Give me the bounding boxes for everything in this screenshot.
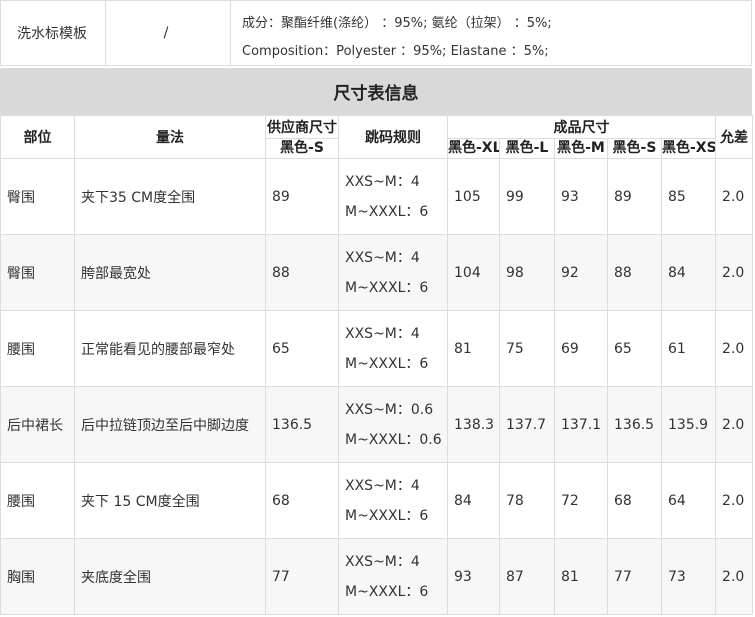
cell-part: 臀围	[0, 234, 75, 311]
cell-method: 夹底度全围	[74, 538, 266, 615]
cell-size-m: 137.1	[554, 386, 608, 463]
cell-tolerance: 2.0	[715, 462, 754, 539]
grading-rule-1: XXS~M：4	[345, 173, 420, 190]
grading-rule-1: XXS~M：4	[345, 325, 420, 342]
cell-grading: XXS~M：4 M~XXXL：6	[338, 234, 448, 311]
cell-size-s: 136.5	[607, 386, 662, 463]
cell-size-l: 87	[499, 538, 555, 615]
cell-grading: XXS~M：4 M~XXXL：6	[338, 158, 448, 235]
cell-size-s: 65	[607, 310, 662, 387]
grading-rule-2: M~XXXL：0.6	[345, 431, 442, 448]
cell-size-xs: 85	[660, 158, 717, 235]
cell-grading: XXS~M：4 M~XXXL：6	[338, 538, 448, 615]
grading-rule-2: M~XXXL：6	[345, 355, 429, 372]
table-row: 腰围 正常能看见的腰部最窄处 65 XXS~M：4 M~XXXL：6 81 75 …	[0, 310, 754, 387]
cell-part: 后中裙长	[0, 386, 75, 463]
cell-size-l: 137.7	[499, 386, 555, 463]
table-row: 臀围 夹下35 CM度全围 89 XXS~M：4 M~XXXL：6 105 99 …	[0, 158, 754, 235]
cell-tolerance: 2.0	[715, 158, 754, 235]
cell-part: 腰围	[0, 462, 75, 539]
cell-size-xs: 73	[660, 538, 717, 615]
cell-tolerance: 2.0	[715, 538, 754, 615]
cell-supplier: 136.5	[265, 386, 339, 463]
cell-size-s: 68	[607, 462, 662, 539]
grading-rule-1: XXS~M：0.6	[345, 401, 434, 418]
section-title: 尺寸表信息	[0, 68, 752, 115]
table-row: 臀围 胯部最宽处 88 XXS~M：4 M~XXXL：6 104 98 92 88…	[0, 234, 754, 311]
grading-rule-1: XXS~M：4	[345, 249, 420, 266]
cell-size-s: 88	[607, 234, 662, 311]
cell-method: 后中拉链顶边至后中脚边度	[74, 386, 266, 463]
cell-size-xl: 104	[447, 234, 500, 311]
cell-supplier: 65	[265, 310, 339, 387]
cell-size-l: 98	[499, 234, 555, 311]
cell-part: 腰围	[0, 310, 75, 387]
header-grading: 跳码规则	[338, 115, 448, 159]
cell-size-xs: 84	[660, 234, 717, 311]
cell-supplier: 88	[265, 234, 339, 311]
cell-size-m: 69	[554, 310, 608, 387]
grading-rule-2: M~XXXL：6	[345, 583, 429, 600]
grading-rule-2: M~XXXL：6	[345, 203, 429, 220]
cell-method: 正常能看见的腰部最窄处	[74, 310, 266, 387]
header-size-l: 黑色-L	[499, 138, 555, 159]
care-label-value: /	[106, 1, 231, 65]
care-label-row: 洗水标模板 / 成分：聚酯纤维(涤纶） ：95%; 氨纶（拉架） ：5%; Co…	[0, 0, 752, 66]
header-supplier-size: 供应商尺寸	[265, 115, 339, 139]
cell-supplier: 89	[265, 158, 339, 235]
cell-method: 夹下 15 CM度全围	[74, 462, 266, 539]
header-size-m: 黑色-M	[554, 138, 608, 159]
cell-size-xl: 84	[447, 462, 500, 539]
care-label-title: 洗水标模板	[1, 1, 106, 65]
cell-tolerance: 2.0	[715, 234, 754, 311]
cell-size-m: 92	[554, 234, 608, 311]
cell-supplier: 68	[265, 462, 339, 539]
cell-size-xl: 81	[447, 310, 500, 387]
cell-method: 夹下35 CM度全围	[74, 158, 266, 235]
header-size-xl: 黑色-XL	[447, 138, 500, 159]
header-tolerance: 允差	[715, 115, 754, 159]
cell-size-m: 93	[554, 158, 608, 235]
cell-part: 胸围	[0, 538, 75, 615]
cell-size-s: 89	[607, 158, 662, 235]
grading-rule-2: M~XXXL：6	[345, 279, 429, 296]
header-part: 部位	[0, 115, 75, 159]
cell-size-xl: 138.3	[447, 386, 500, 463]
header-size-s: 黑色-S	[607, 138, 662, 159]
header-finished-size: 成品尺寸	[446, 115, 717, 139]
composition-cell: 成分：聚酯纤维(涤纶） ：95%; 氨纶（拉架） ：5%; Compositio…	[231, 1, 751, 65]
cell-supplier: 77	[265, 538, 339, 615]
cell-size-xs: 135.9	[660, 386, 717, 463]
cell-tolerance: 2.0	[715, 310, 754, 387]
size-table: 部位 量法 供应商尺寸 跳码规则 成品尺寸 允差 黑色-S 黑色-XL 黑色-L…	[0, 115, 754, 615]
cell-tolerance: 2.0	[715, 386, 754, 463]
cell-size-l: 78	[499, 462, 555, 539]
cell-grading: XXS~M：4 M~XXXL：6	[338, 462, 448, 539]
composition-en: Composition：Polyester ：95%; Elastane ：5%…	[242, 44, 549, 59]
table-row: 腰围 夹下 15 CM度全围 68 XXS~M：4 M~XXXL：6 84 78 …	[0, 462, 754, 539]
cell-size-xs: 61	[660, 310, 717, 387]
table-row: 胸围 夹底度全围 77 XXS~M：4 M~XXXL：6 93 87 81 77 …	[0, 538, 754, 615]
grading-rule-1: XXS~M：4	[345, 553, 420, 570]
cell-size-l: 75	[499, 310, 555, 387]
grading-rule-2: M~XXXL：6	[345, 507, 429, 524]
cell-method: 胯部最宽处	[74, 234, 266, 311]
cell-size-xl: 105	[447, 158, 500, 235]
table-row: 后中裙长 后中拉链顶边至后中脚边度 136.5 XXS~M：0.6 M~XXXL：…	[0, 386, 754, 463]
cell-grading: XXS~M：4 M~XXXL：6	[338, 310, 448, 387]
cell-size-l: 99	[499, 158, 555, 235]
header-supplier-sub: 黑色-S	[265, 138, 339, 159]
header-size-xs: 黑色-XS	[660, 138, 717, 159]
cell-size-m: 81	[554, 538, 608, 615]
grading-rule-1: XXS~M：4	[345, 477, 420, 494]
header-method: 量法	[74, 115, 266, 159]
cell-size-m: 72	[554, 462, 608, 539]
cell-size-xs: 64	[660, 462, 717, 539]
composition-cn: 成分：聚酯纤维(涤纶） ：95%; 氨纶（拉架） ：5%;	[242, 16, 552, 31]
cell-size-s: 77	[607, 538, 662, 615]
cell-part: 臀围	[0, 158, 75, 235]
cell-grading: XXS~M：0.6 M~XXXL：0.6	[338, 386, 448, 463]
size-spec-sheet: 洗水标模板 / 成分：聚酯纤维(涤纶） ：95%; 氨纶（拉架） ：5%; Co…	[0, 0, 755, 617]
cell-size-xl: 93	[447, 538, 500, 615]
